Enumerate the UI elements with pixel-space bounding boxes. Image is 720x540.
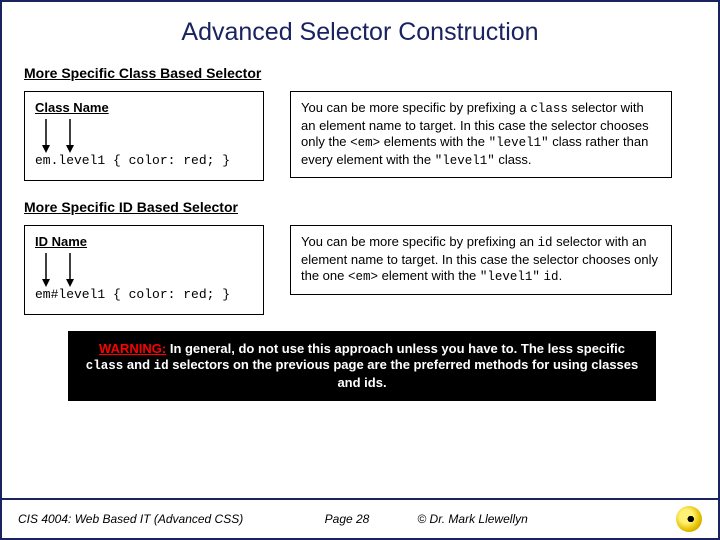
footer-page: Page 28 (325, 512, 370, 526)
arrow-group (41, 119, 253, 153)
footer-copyright: © Dr. Mark Llewellyn (417, 512, 676, 526)
inline-code: "level1" (435, 154, 495, 168)
inline-code: "level1" (480, 270, 540, 284)
text: element with the (378, 268, 480, 283)
css-code: em.level1 { color: red; } (35, 153, 253, 168)
warning-label: WARNING: (99, 341, 166, 356)
text: selectors on the previous page are the p… (169, 357, 639, 390)
page-title: Advanced Selector Construction (2, 2, 718, 55)
arrow-down-icon (65, 253, 75, 287)
text: class. (495, 152, 532, 167)
text: You can be more specific by prefixing an (301, 234, 538, 249)
codebox-label: Class Name (35, 100, 253, 115)
text: and (123, 357, 153, 372)
row-class-selector: Class Name em.level1 { color: red; } You… (24, 91, 700, 181)
inline-code: id (538, 236, 553, 250)
warning-box: WARNING: In general, do not use this app… (68, 331, 656, 401)
arrow-down-icon (41, 253, 51, 287)
text: In general, do not use this approach unl… (166, 341, 625, 356)
inline-code: id (154, 359, 169, 373)
text: . (559, 268, 563, 283)
arrow-down-icon (65, 119, 75, 153)
inline-code: <em> (348, 270, 378, 284)
text: You can be more specific by prefixing a (301, 100, 530, 115)
section-heading-id: More Specific ID Based Selector (24, 199, 700, 215)
ucf-logo-icon (676, 506, 702, 532)
text: elements with the (380, 134, 488, 149)
slide: Advanced Selector Construction More Spec… (0, 0, 720, 540)
explain-class: You can be more specific by prefixing a … (290, 91, 672, 178)
arrow-group (41, 253, 253, 287)
inline-code: class (530, 102, 568, 116)
section-heading-class: More Specific Class Based Selector (24, 65, 700, 81)
footer: CIS 4004: Web Based IT (Advanced CSS) Pa… (2, 498, 718, 538)
footer-course: CIS 4004: Web Based IT (Advanced CSS) (18, 512, 277, 526)
codebox-class: Class Name em.level1 { color: red; } (24, 91, 264, 181)
inline-code: class (86, 359, 124, 373)
explain-id: You can be more specific by prefixing an… (290, 225, 672, 295)
row-id-selector: ID Name em#level1 { color: red; } You ca… (24, 225, 700, 315)
css-code: em#level1 { color: red; } (35, 287, 253, 302)
codebox-id: ID Name em#level1 { color: red; } (24, 225, 264, 315)
inline-code: <em> (350, 136, 380, 150)
inline-code: id (544, 270, 559, 284)
content: More Specific Class Based Selector Class… (2, 55, 718, 401)
inline-code: "level1" (489, 136, 549, 150)
arrow-down-icon (41, 119, 51, 153)
codebox-label: ID Name (35, 234, 253, 249)
